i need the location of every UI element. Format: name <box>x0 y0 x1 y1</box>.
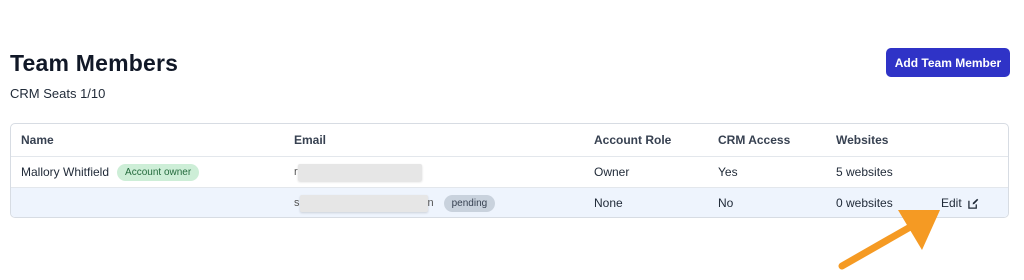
crm-access-cell: No <box>718 196 734 210</box>
table-header-row: Name Email Account Role CRM Access Websi… <box>11 124 1008 157</box>
add-team-member-button[interactable]: Add Team Member <box>886 48 1010 77</box>
member-name-cell: Mallory Whitfield Account owner <box>21 157 200 187</box>
email-redaction-block <box>297 163 422 181</box>
crm-seats-count: CRM Seats 1/10 <box>10 86 106 101</box>
column-header-account-role: Account Role <box>594 133 672 147</box>
account-role-cell: Owner <box>594 165 630 179</box>
column-header-websites: Websites <box>836 133 889 147</box>
email-visible-prefix: s <box>294 197 300 209</box>
member-name: Mallory Whitfield <box>21 165 110 179</box>
websites-cell: 5 websites <box>836 165 893 179</box>
page-title: Team Members <box>10 50 179 76</box>
edit-icon <box>967 198 978 209</box>
pending-status-badge: pending <box>443 194 496 212</box>
member-email-cell: s n pending <box>294 188 496 217</box>
column-header-name: Name <box>21 133 54 147</box>
email-redaction-block <box>299 194 428 212</box>
arrow-annotation-icon <box>838 210 940 270</box>
account-owner-badge: Account owner <box>117 163 200 181</box>
team-members-page: Team Members CRM Seats 1/10 Add Team Mem… <box>0 0 1024 280</box>
column-header-email: Email <box>294 133 327 147</box>
account-role-cell: None <box>594 196 623 210</box>
crm-access-cell: Yes <box>718 165 738 179</box>
column-header-crm-access: CRM Access <box>718 133 791 147</box>
member-email-cell: r <box>294 157 422 187</box>
email-visible-suffix: n <box>427 197 434 209</box>
table-row: Mallory Whitfield Account owner r Owner … <box>11 157 1008 188</box>
